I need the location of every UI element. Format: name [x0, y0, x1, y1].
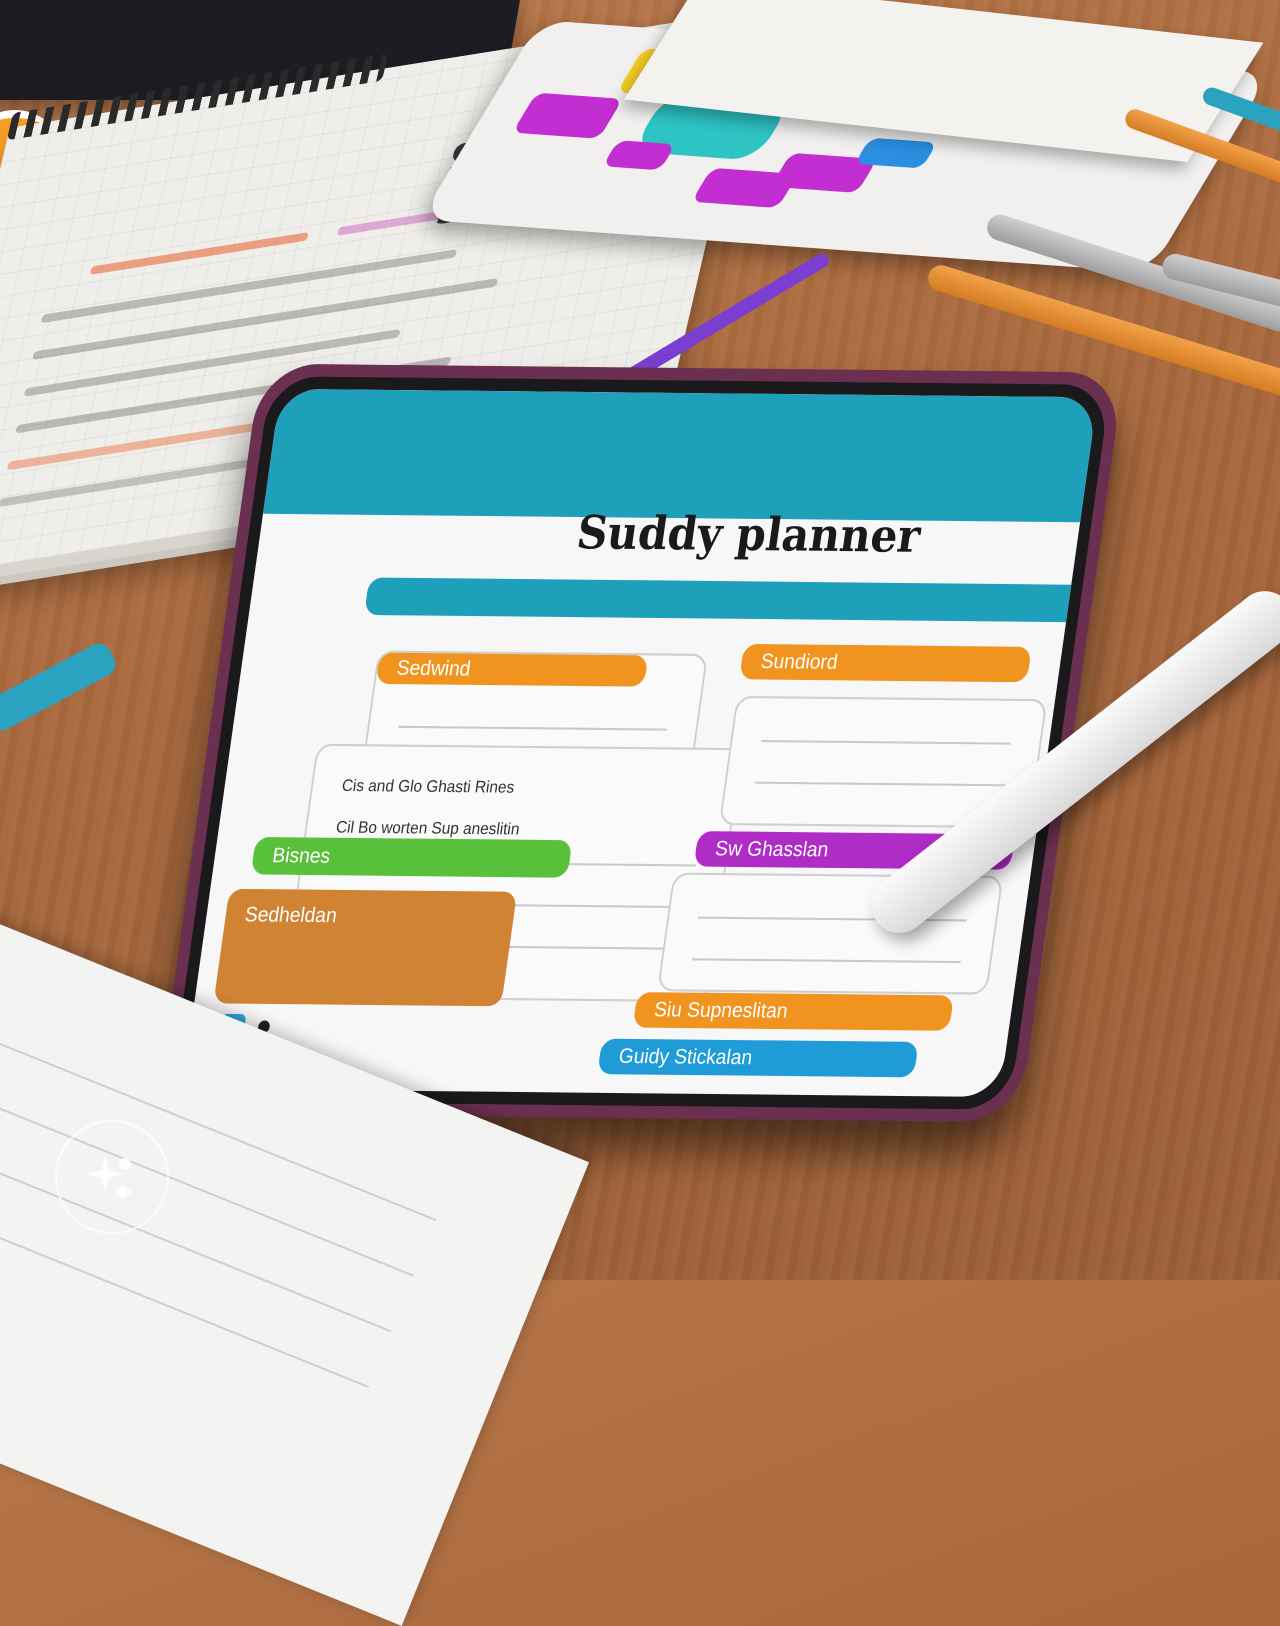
card-line: [755, 781, 1005, 787]
notebook-line: [40, 249, 458, 324]
card-header: Sedwind: [375, 652, 649, 687]
ai-watermark: [55, 1120, 169, 1234]
sparkle-icon: [87, 1156, 131, 1200]
paper-line: [0, 1198, 370, 1389]
subject-bar[interactable]: Guidy Stickalan: [597, 1038, 919, 1078]
subject-bar[interactable]: Siu Supneslitan: [632, 992, 955, 1031]
subject-bar[interactable]: Bisnes: [250, 836, 573, 878]
app-header: [263, 388, 1098, 523]
card-line: [691, 958, 961, 964]
tile-magenta: [602, 140, 676, 171]
notebook-line: [32, 278, 499, 360]
subject-block[interactable]: Sedheldan: [213, 888, 518, 1007]
notebook-line: [89, 232, 309, 275]
header-bar: [364, 577, 1098, 623]
notes-line: Cis and Glo Ghasti Rines: [340, 777, 516, 797]
card-line: [398, 725, 667, 731]
app-title: Suddy planner: [573, 506, 924, 564]
tile-magenta: [512, 92, 623, 139]
notes-line: Cil Bo worten Sup aneslitin: [334, 819, 521, 839]
phone: Suddy planner Sedwind Cis and Glo Ghasti…: [155, 363, 1125, 1123]
subject-bar[interactable]: Sundiord: [739, 643, 1032, 683]
phone-screen: Suddy planner Sedwind Cis and Glo Ghasti…: [182, 388, 1098, 1097]
tile-blue: [854, 137, 938, 169]
card-line: [761, 739, 1011, 745]
